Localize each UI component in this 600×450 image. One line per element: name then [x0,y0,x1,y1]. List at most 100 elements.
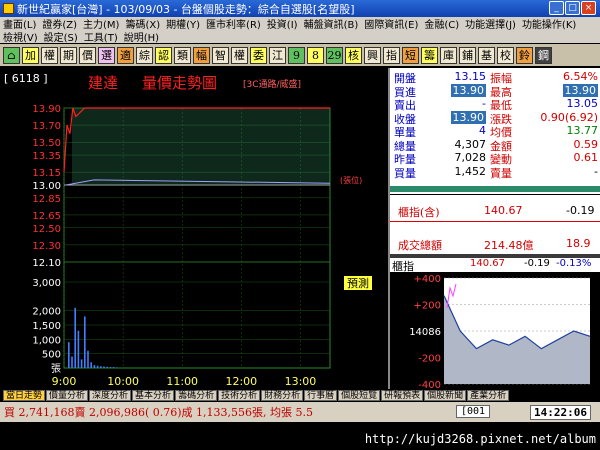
toolbar-button-1[interactable]: 權 [41,46,58,64]
tab-10[interactable]: 個股新聞 [424,389,467,401]
tab-6[interactable]: 財務分析 [261,389,304,401]
price-tick: 12.10 [32,258,61,269]
toolbar-button-17[interactable]: 核 [345,46,362,64]
menu2-item-1[interactable]: 設定(S) [41,30,81,43]
toolbar-button-8[interactable]: 類 [174,46,191,64]
toolbar-button-5[interactable]: 適 [117,46,134,64]
menu-item-4[interactable]: 期權(Y) [163,17,203,30]
toolbar-button-13[interactable]: 江 [269,46,286,64]
menu2-item-2[interactable]: 工具(T) [81,30,121,43]
price-tick: 13.00 [32,181,61,192]
mini-pct: -0.13% [556,258,592,269]
tab-3[interactable]: 基本分析 [132,389,175,401]
toolbar-button-19[interactable]: 指 [383,46,400,64]
toolbar-button-23[interactable]: 鋪 [459,46,476,64]
menu-item-7[interactable]: 輔盤資訊(B) [301,17,362,30]
toolbar-button-22[interactable]: 庫 [440,46,457,64]
menu-item-6[interactable]: 投資(I) [264,17,301,30]
toolbar-button-14[interactable]: 9 [288,46,305,64]
price-tick: 12.30 [32,241,61,252]
title-bar: 新世紀贏家[台灣] - 103/09/03 - 台盤個股走勢：綜合自選股[名望股… [0,0,600,17]
tab-0[interactable]: 當日走勢 [3,389,46,401]
toolbar-button-7[interactable]: 認 [155,46,172,64]
toolbar: ⌂ 加權期價選適綜認類幅智權委江 9 8 29 核興指短籌庫鋪基校鈴鋼 [0,44,600,66]
quote-panel: 開盤 13.15 振幅 6.54% 買進 13.90 最高 13.90 賣出 - 最低 13.05 收盤… [388,68,600,390]
menu-item-10[interactable]: 功能選擇(J) [462,17,519,30]
toolbar-button-24[interactable]: 基 [478,46,495,64]
toolbar-button-3[interactable]: 價 [79,46,96,64]
tab-9[interactable]: 研報預表 [381,389,424,401]
quote-value-vol: 4,307 [454,137,487,151]
toolbar-button-11[interactable]: 權 [231,46,248,64]
toolbar-button-2[interactable]: 期 [60,46,77,64]
toolbar-button-10[interactable]: 智 [212,46,229,64]
volume-bar [90,362,92,368]
toolbar-button-9[interactable]: 幅 [193,46,210,64]
close-icon[interactable]: × [581,1,596,15]
toolbar-button-6[interactable]: 綜 [136,46,153,64]
tab-7[interactable]: 行事曆 [304,389,338,401]
toolbar-button-18[interactable]: 興 [364,46,381,64]
quote-value-low: 13.05 [566,97,599,110]
price-tick: 13.50 [32,138,61,149]
menu-item-0[interactable]: 畫面(L) [0,17,39,30]
index-chg: -0.19 [566,204,595,217]
predict-label[interactable]: 預測 [347,276,369,290]
menu-item-1[interactable]: 證券(Z) [39,17,80,30]
toolbar-button-15[interactable]: 8 [307,46,324,64]
volume-bar [84,316,86,368]
mini-tick: 14086 [409,327,441,338]
menu2-item-3[interactable]: 說明(H) [121,30,162,43]
price-tick: 12.65 [32,211,61,222]
volume-bar [74,307,76,368]
quote-value-bq: 1,452 [454,164,487,178]
toolbar-button-4[interactable]: 選 [98,46,115,64]
volume-tick: 1,000 [32,335,61,346]
volume-bar [96,365,99,368]
volume-bar [68,342,70,368]
toolbar-button-0[interactable]: 加 [22,46,39,64]
volume-frame [63,261,331,369]
toolbar-button-12[interactable]: 委 [250,46,267,64]
mini-value: 140.67 [470,258,505,269]
volume-bar [106,366,108,368]
menu-item-2[interactable]: 主力(M) [80,17,122,30]
volume-bar [87,350,89,368]
tab-8[interactable]: 個股短覽 [338,389,381,401]
volume-bar [100,366,102,368]
tab-4[interactable]: 籌碼分析 [175,389,218,401]
toolbar-button-27[interactable]: 鋼 [535,46,552,64]
menu-item-8[interactable]: 國際資訊(E) [361,17,421,30]
divider-line [390,194,600,195]
quote-row: 賣出 - 最低 13.05 [390,97,600,112]
ref-small-label: (張位) [340,175,362,185]
tab-2[interactable]: 深度分析 [89,389,132,401]
menu2-item-0[interactable]: 檢視(V) [0,30,41,43]
mini-tick: +400 [414,274,441,285]
minimize-icon[interactable]: _ [549,1,564,15]
tab-5[interactable]: 技術分析 [218,389,261,401]
tab-11[interactable]: 產業分析 [467,389,510,401]
toolbar-button-16[interactable]: 29 [326,46,343,64]
url-text: http://kujd3268.pixnet.net/album [364,432,596,446]
status-code[interactable]: [001 [456,405,491,418]
volume-tick: 1,500 [32,321,61,332]
index-label: 櫃指(含) [398,206,440,219]
maximize-icon[interactable]: □ [565,1,580,15]
toolbar-button-20[interactable]: 短 [402,46,419,64]
price-tick: 12.50 [32,224,61,235]
mini-tick: -200 [418,354,441,365]
tab-1[interactable]: 價量分析 [46,389,89,401]
volume-tick: 3,000 [32,278,61,289]
menu-item-11[interactable]: 功能操作(K) [519,17,579,30]
home-icon[interactable]: ⌂ [3,46,20,64]
price-tick: 13.35 [32,151,61,162]
menu-item-3[interactable]: 籌碼(X) [122,17,163,30]
toolbar-button-21[interactable]: 籌 [421,46,438,64]
toolbar-button-25[interactable]: 校 [497,46,514,64]
quote-row: 收盤 13.90 漲跌 0.90(6.92) [390,110,600,126]
menu-item-5[interactable]: 匯市利率(R) [203,17,264,30]
menu-item-9[interactable]: 金融(C) [421,17,462,30]
quote-label-bq_label: 買量 [394,166,416,180]
toolbar-button-26[interactable]: 鈴 [516,46,533,64]
